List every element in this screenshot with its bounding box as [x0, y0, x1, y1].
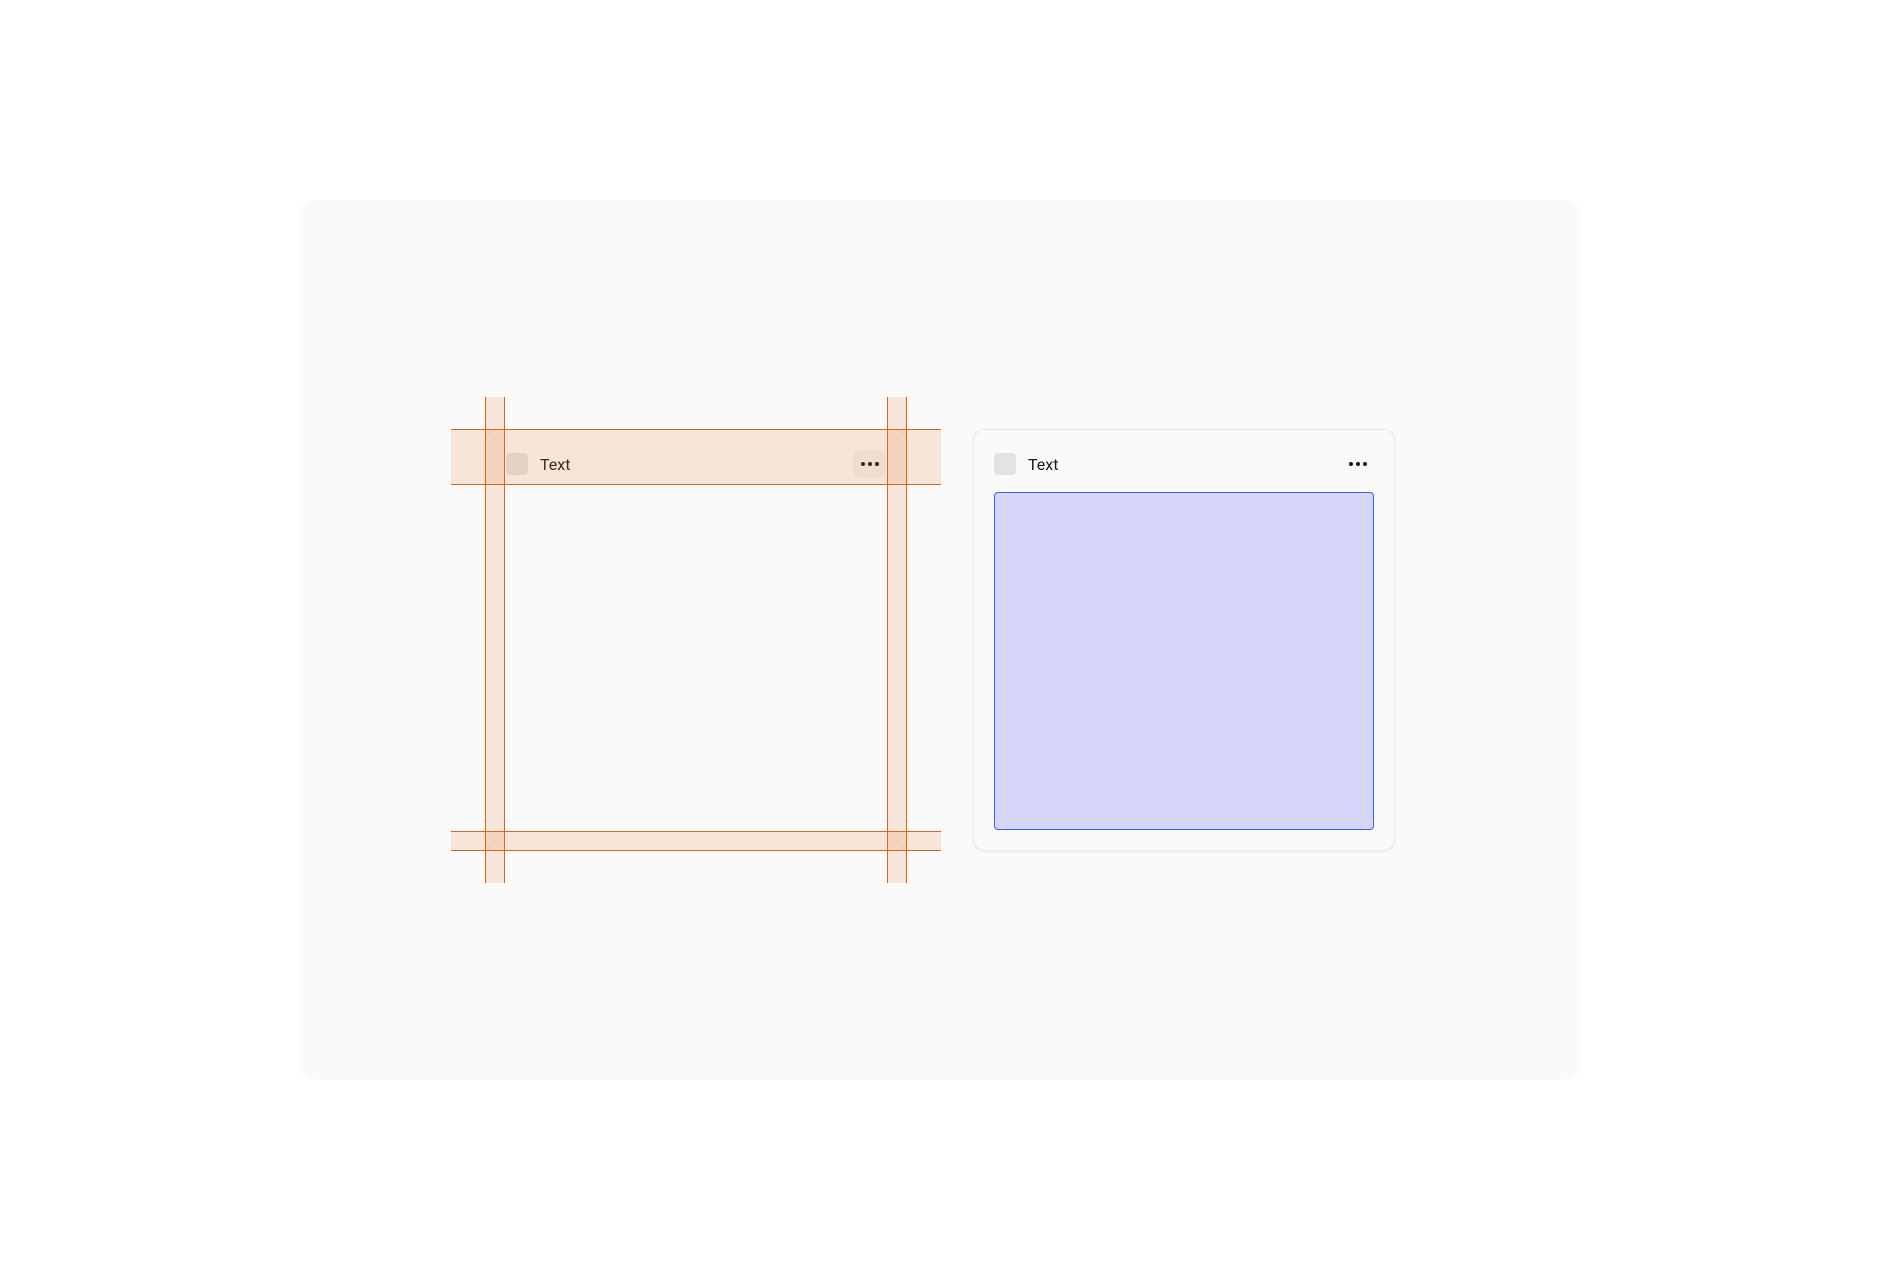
card-title: Text — [1028, 455, 1058, 474]
card-inspected: Text — [485, 429, 907, 851]
card-body[interactable] — [506, 492, 886, 830]
placeholder-icon — [506, 453, 528, 475]
card-normal: Text — [973, 429, 1395, 851]
placeholder-icon — [994, 453, 1016, 475]
card-header-left: Text — [506, 453, 570, 475]
card[interactable]: Text — [485, 429, 907, 851]
more-button[interactable] — [1342, 450, 1374, 478]
more-horizontal-icon — [1349, 462, 1367, 466]
more-button[interactable] — [854, 450, 886, 478]
card-title: Text — [540, 455, 570, 474]
card-body-selected[interactable] — [994, 492, 1374, 830]
card[interactable]: Text — [973, 429, 1395, 851]
more-horizontal-icon — [861, 462, 879, 466]
card-header: Text — [994, 450, 1374, 478]
card-header-left: Text — [994, 453, 1058, 475]
card-header: Text — [506, 450, 886, 478]
design-canvas: Text Text — [300, 200, 1580, 1080]
